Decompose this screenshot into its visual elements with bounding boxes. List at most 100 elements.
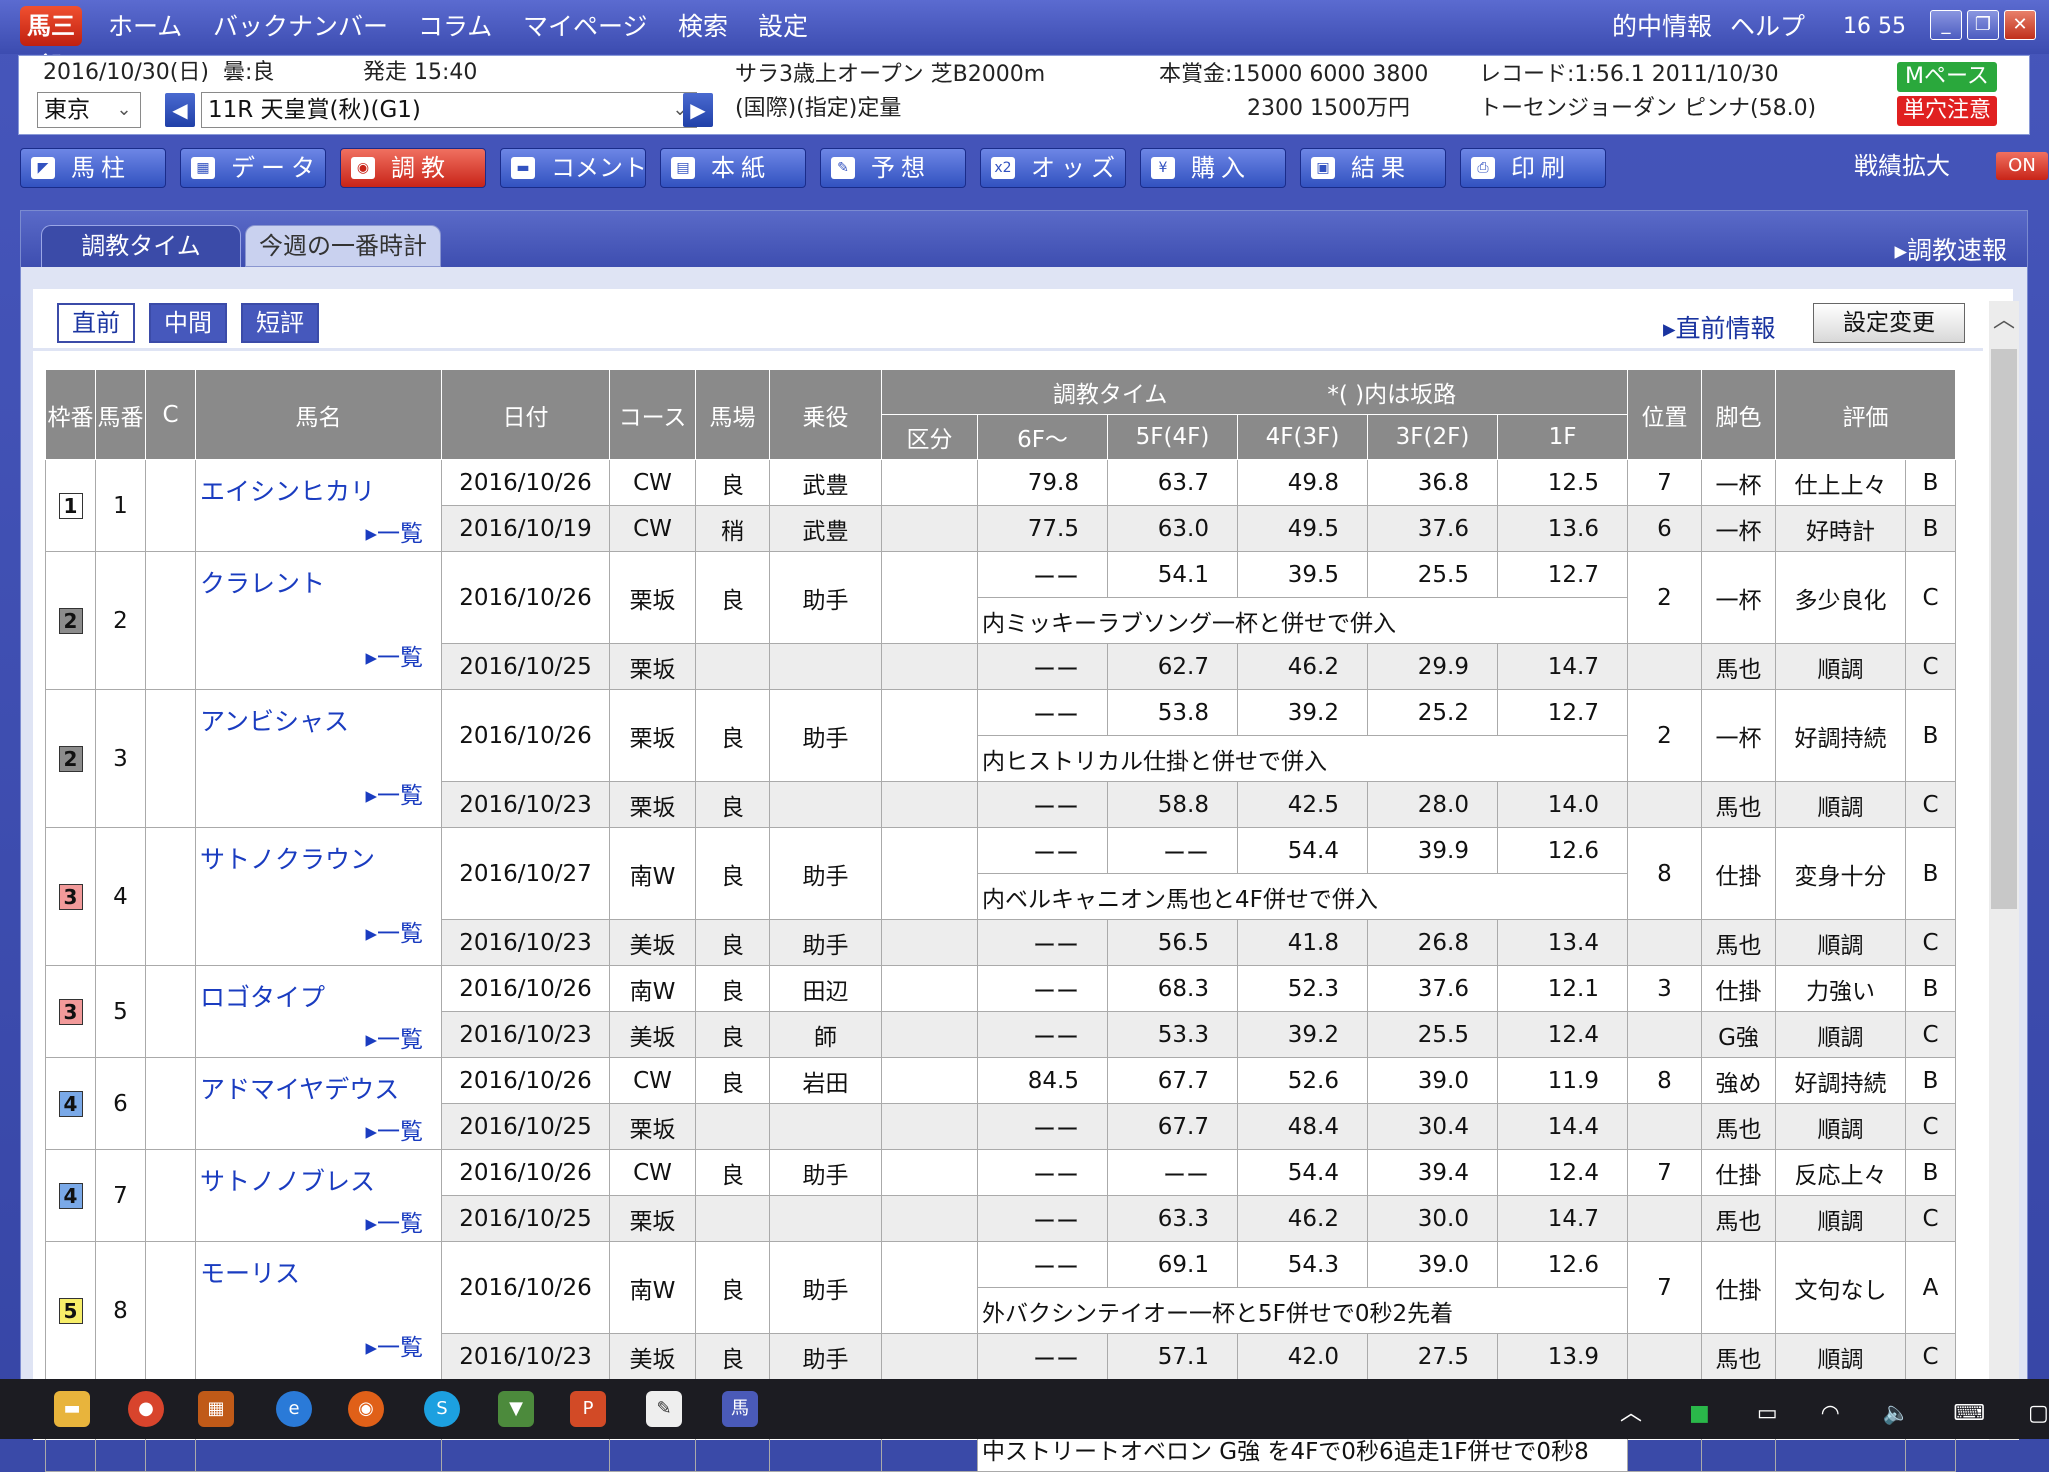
horse-name-link[interactable]: エイシンヒカリ xyxy=(200,472,437,508)
subtab-chokuzen[interactable]: 直前 xyxy=(57,303,135,343)
yoso-button[interactable]: ✎ 予想 xyxy=(820,148,966,188)
horse-name-link[interactable]: モーリス xyxy=(200,1254,437,1290)
position-cell: 7 xyxy=(1627,459,1702,506)
file-explorer-icon[interactable]: ▬ xyxy=(54,1391,90,1427)
ichiran-link[interactable]: ▸一覧 xyxy=(200,776,437,810)
menu-home[interactable]: ホーム xyxy=(108,10,182,44)
time-3f: 29.9 xyxy=(1367,643,1498,690)
chrome-icon[interactable]: ● xyxy=(128,1391,164,1427)
ichiran-link[interactable]: ▸一覧 xyxy=(200,1328,437,1362)
horse-name-link[interactable]: サトノノブレス xyxy=(200,1162,437,1198)
header-ashi: 脚色 xyxy=(1701,369,1776,460)
comment-button[interactable]: ▬ コメント xyxy=(500,148,647,188)
table-row: 5 8 モーリス ▸一覧 2016/10/26 南W 良助手 ーー 69.1 54.3 39.0 12… xyxy=(45,1241,1956,1380)
time-3f: 37.6 xyxy=(1367,505,1498,552)
menu-hit-info[interactable]: 的中情報 xyxy=(1612,10,1712,44)
keyboard-icon[interactable]: ⌨ xyxy=(1953,1401,1985,1426)
toolbar: ◤ 馬柱 ▦ データ ◉ 調教 ▬ コメント ▤ 本紙 ✎ 予想 x2 オッズ ¥ 購入 ▣ 結果… xyxy=(0,140,2049,196)
purchase-button[interactable]: ¥ 購入 xyxy=(1140,148,1286,188)
course-cell: 美坂 xyxy=(609,1333,696,1380)
menu-backnumber[interactable]: バックナンバー xyxy=(213,10,388,44)
downloads-icon[interactable]: ▼ xyxy=(498,1391,534,1427)
shield-icon[interactable]: ■ xyxy=(1689,1401,1710,1426)
menu-settings[interactable]: 設定 xyxy=(758,10,808,44)
ie-icon[interactable]: e xyxy=(276,1391,312,1427)
baba-cell: 良 xyxy=(695,1149,770,1196)
baba-cell: 良 xyxy=(695,689,770,782)
vertical-scrollbar[interactable]: ︿ ﹀ xyxy=(1989,301,2019,1440)
skype-icon[interactable]: S xyxy=(424,1391,460,1427)
prev-race-button[interactable]: ◀ xyxy=(165,93,195,127)
tab-chokyo-time[interactable]: 調教タイム xyxy=(41,225,241,267)
close-icon[interactable]: ✕ xyxy=(2004,10,2036,40)
subtab-tanpyo[interactable]: 短評 xyxy=(241,303,319,343)
horse-name-link[interactable]: ロゴタイプ xyxy=(200,978,437,1014)
race-select[interactable]: 11R 天皇賞(秋)(G1) ⌄ xyxy=(201,92,697,128)
subtab-chukan[interactable]: 中間 xyxy=(149,303,227,343)
chokuzen-info-link[interactable]: ▸直前情報 xyxy=(1663,309,1776,345)
horse-name-link[interactable]: アンビシャス xyxy=(200,702,437,738)
chevron-up-icon[interactable]: ︿ xyxy=(1620,1401,1642,1426)
race-conditions: (国際)(指定)定量 xyxy=(735,96,902,121)
ichiran-link[interactable]: ▸一覧 xyxy=(200,1204,437,1238)
venue-select[interactable]: 東京 ⌄ xyxy=(37,92,141,128)
wifi-icon[interactable]: ◠ xyxy=(1821,1401,1840,1426)
ichiran-link[interactable]: ▸一覧 xyxy=(200,1020,437,1054)
scrollbar-thumb[interactable] xyxy=(1991,349,2017,909)
chokyo-button[interactable]: ◉ 調教 xyxy=(340,148,486,188)
toolbox-icon[interactable]: ▦ xyxy=(198,1391,234,1427)
horse-name-link[interactable]: クラレント xyxy=(200,564,437,600)
battery-icon[interactable]: ▭ xyxy=(1757,1401,1778,1426)
training-note: 内ベルキャニオン馬也と4F併せで併入 xyxy=(977,873,1628,920)
time-5f: 62.7 xyxy=(1107,643,1238,690)
ichiran-link[interactable]: ▸一覧 xyxy=(200,914,437,948)
data-button[interactable]: ▦ データ xyxy=(180,148,326,188)
menu-search[interactable]: 検索 xyxy=(678,10,728,44)
notification-icon[interactable]: ▢ xyxy=(2028,1401,2049,1426)
senseki-toggle[interactable]: ON xyxy=(1996,152,2048,180)
rider-cell: 助手 xyxy=(769,1333,882,1380)
notepad-icon[interactable]: ✎ xyxy=(646,1391,682,1427)
firefox-icon[interactable]: ◉ xyxy=(348,1391,384,1427)
umasaburo-task-icon[interactable]: 馬 xyxy=(722,1391,758,1427)
print-button[interactable]: ⎙ 印刷 xyxy=(1460,148,1606,188)
grade-cell: C xyxy=(1905,551,1956,644)
senseki-label: 戦績拡大 xyxy=(1854,152,1950,180)
horse-name-cell: サトノクラウン ▸一覧 xyxy=(195,827,442,966)
evaluation-cell: 順調 xyxy=(1775,1195,1906,1242)
next-race-button[interactable]: ▶ xyxy=(683,93,713,127)
restore-icon[interactable]: ❐ xyxy=(1967,10,1999,40)
ichiran-link[interactable]: ▸一覧 xyxy=(200,1112,437,1146)
settings-change-button[interactable]: 設定変更 xyxy=(1813,303,1965,343)
menu-help[interactable]: ヘルプ xyxy=(1730,10,1805,44)
course-cell: CW xyxy=(609,505,696,552)
date-cell: 2016/10/25 xyxy=(441,1195,610,1242)
horse-name-link[interactable]: サトノクラウン xyxy=(200,840,437,876)
header-3f: 3F(2F) xyxy=(1367,414,1498,460)
odds-button[interactable]: x2 オッズ xyxy=(980,148,1126,188)
chevron-up-icon[interactable]: ︿ xyxy=(1989,301,2019,341)
volume-icon[interactable]: 🔈 xyxy=(1883,1401,1910,1426)
ichiran-link[interactable]: ▸一覧 xyxy=(200,514,437,548)
time-3f: 37.6 xyxy=(1367,965,1498,1012)
position-cell xyxy=(1627,643,1702,690)
horse-name-link[interactable]: アドマイヤデウス xyxy=(200,1070,437,1106)
umabashira-button[interactable]: ◤ 馬柱 xyxy=(20,148,166,188)
menu-column[interactable]: コラム xyxy=(418,10,492,44)
rider-cell: 武豊 xyxy=(769,505,882,552)
minimize-icon[interactable]: _ xyxy=(1930,10,1962,40)
honshi-button[interactable]: ▤ 本紙 xyxy=(660,148,806,188)
baba-cell: 良 xyxy=(695,1057,770,1104)
tab-ichiban-tokei[interactable]: 今週の一番時計 xyxy=(245,225,441,267)
chokyo-sokuho-link[interactable]: ▸調教速報 xyxy=(1894,231,2007,267)
time-4f: 52.3 xyxy=(1237,965,1368,1012)
powerpoint-icon[interactable]: P xyxy=(570,1391,606,1427)
result-button[interactable]: ▣ 結果 xyxy=(1300,148,1446,188)
ichiran-link[interactable]: ▸一覧 xyxy=(200,638,437,672)
date-cell: 2016/10/26 xyxy=(441,1149,610,1196)
menu-mypage[interactable]: マイページ xyxy=(523,10,648,44)
date-cell: 2016/10/26 xyxy=(441,1057,610,1104)
pace-badge: Mペース xyxy=(1897,62,1997,92)
time-5f: 63.7 xyxy=(1107,459,1238,506)
position-cell: 8 xyxy=(1627,1057,1702,1104)
